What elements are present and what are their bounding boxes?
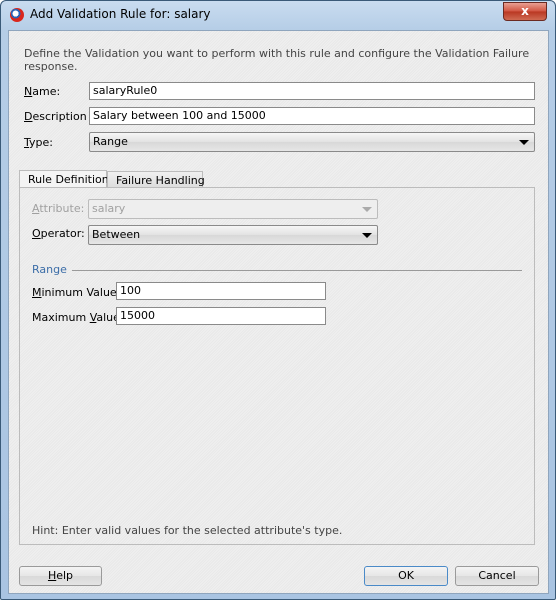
type-select[interactable]: Range	[89, 132, 535, 152]
dialog-body: Define the Validation you want to perfor…	[8, 30, 549, 594]
minimum-value-label: Minimum Value:	[32, 286, 121, 299]
tab-rule-definition[interactable]: Rule Definition	[19, 170, 109, 188]
maximum-value-input[interactable]: 15000	[116, 307, 326, 325]
close-icon: x	[521, 4, 529, 18]
rule-definition-panel: Attribute: salary Operator: Between Rang…	[19, 187, 535, 545]
minimum-value-input[interactable]: 100	[116, 282, 326, 300]
description-label: Description	[24, 110, 87, 123]
chevron-down-icon	[519, 140, 529, 145]
type-label: Type:	[24, 136, 53, 149]
dialog-title: Add Validation Rule for: salary	[30, 7, 211, 21]
attribute-select-value: salary	[92, 202, 126, 215]
operator-select-value: Between	[92, 228, 141, 241]
type-select-value: Range	[93, 135, 128, 148]
chevron-down-icon	[362, 233, 372, 238]
tab-failure-handling[interactable]: Failure Handling	[107, 171, 205, 188]
maximum-value-label: Maximum Value:	[32, 311, 124, 324]
attribute-label: Attribute:	[32, 202, 85, 215]
title-bar[interactable]: Add Validation Rule for: salary x	[1, 1, 555, 29]
cancel-button[interactable]: Cancel	[455, 566, 539, 586]
attribute-select[interactable]: salary	[88, 199, 378, 219]
ok-button[interactable]: OK	[364, 566, 448, 586]
hint-text: Hint: Enter valid values for the selecte…	[32, 524, 343, 537]
chevron-down-icon	[362, 207, 372, 212]
operator-select[interactable]: Between	[88, 225, 378, 245]
intro-text: Define the Validation you want to perfor…	[24, 47, 530, 73]
app-icon	[10, 8, 24, 22]
close-button[interactable]: x	[503, 2, 547, 21]
range-section-title: Range	[32, 263, 67, 276]
help-button[interactable]: Help	[19, 566, 102, 586]
dialog-window: Add Validation Rule for: salary x Define…	[0, 0, 556, 600]
name-label: Name:	[24, 85, 61, 98]
range-section-divider	[72, 270, 522, 271]
description-input[interactable]: Salary between 100 and 15000	[89, 107, 535, 125]
name-input[interactable]: salaryRule0	[89, 82, 535, 100]
operator-label: Operator:	[32, 227, 85, 240]
